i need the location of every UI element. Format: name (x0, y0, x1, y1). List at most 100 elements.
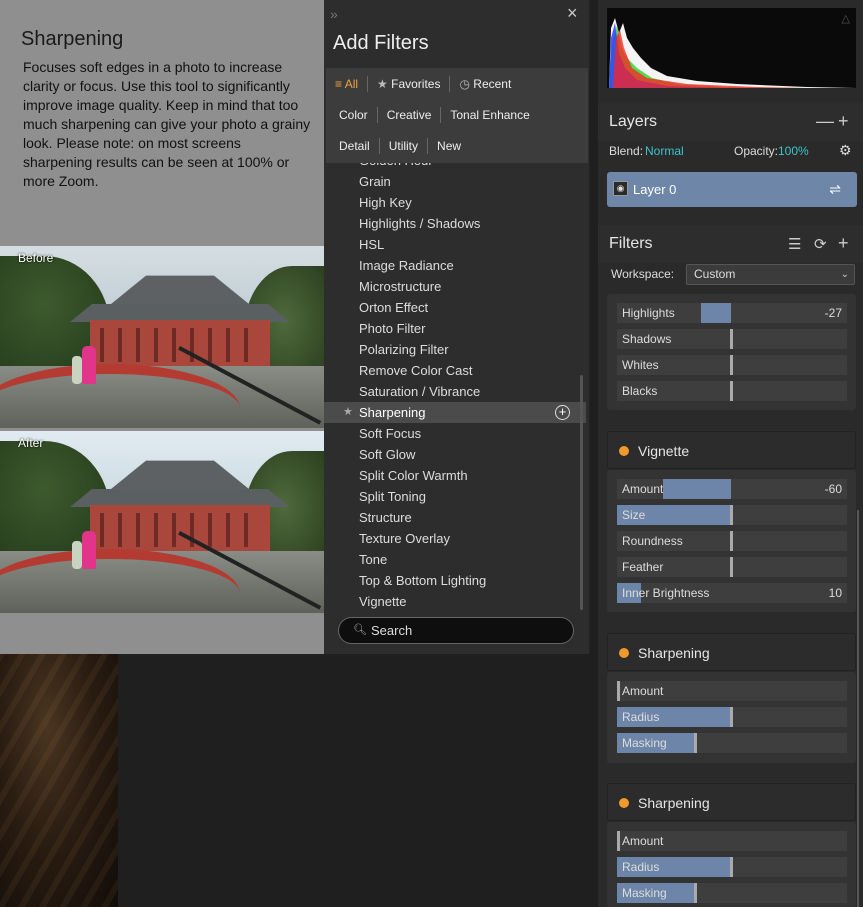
filter-list-item[interactable]: Top & Bottom Lighting (324, 570, 586, 591)
refresh-icon[interactable]: ⟳ (814, 235, 827, 253)
filter-list-item-label: Remove Color Cast (359, 363, 473, 378)
slider-handle[interactable] (617, 681, 620, 701)
filter-slider[interactable]: Amount (617, 681, 847, 701)
slider-handle[interactable] (730, 329, 733, 349)
gear-icon[interactable]: ⚙ (839, 142, 852, 159)
filter-list-icon[interactable]: ☰ (788, 235, 801, 253)
filter-list-item[interactable]: Sharpening ★ + (324, 402, 586, 423)
filters-scrollbar[interactable] (857, 510, 859, 907)
slider-handle[interactable] (730, 505, 733, 525)
slider-handle[interactable] (730, 857, 733, 877)
close-icon[interactable]: × (567, 4, 578, 22)
slider-handle[interactable] (730, 707, 733, 727)
layer-settings-icon[interactable]: ⇌ (829, 181, 841, 198)
filter-list-item[interactable]: Structure (324, 507, 586, 528)
filter-list-item-label: Top & Bottom Lighting (359, 573, 487, 588)
tab-all[interactable]: ≡ All (326, 77, 367, 91)
tab-detail[interactable]: Detail (326, 139, 379, 153)
filter-list-item[interactable]: Soft Glow (324, 444, 586, 465)
collapse-icon[interactable]: » (330, 6, 338, 22)
star-icon[interactable]: ★ (343, 402, 353, 423)
filter-list-item[interactable]: Golden Hour (324, 163, 586, 171)
filter-slider[interactable]: Roundness (617, 531, 847, 551)
slider-handle[interactable] (694, 883, 697, 903)
preview-description: Focuses soft edges in a photo to increas… (23, 59, 311, 189)
sharpening-filter-header[interactable]: Sharpening (607, 633, 856, 671)
tab-creative[interactable]: Creative (378, 108, 441, 122)
slider-handle[interactable] (730, 381, 733, 401)
layer-row[interactable]: ◉ Layer 0 ⇌ (607, 172, 857, 207)
slider-handle[interactable] (617, 831, 620, 851)
filter-list-item-label: Texture Overlay (359, 531, 451, 546)
tab-favorites[interactable]: ★ Favorites (368, 77, 449, 91)
eye-icon[interactable]: ◉ (613, 181, 628, 196)
filter-list-item[interactable]: Highlights / Shadows (324, 213, 586, 234)
filter-list-item[interactable]: Remove Color Cast (324, 360, 586, 381)
after-label: After (18, 436, 44, 450)
filter-slider[interactable]: Feather (617, 557, 847, 577)
opacity-value[interactable]: 100% (778, 144, 809, 158)
add-filter-icon[interactable]: + (838, 233, 849, 254)
filter-enabled-dot[interactable] (619, 798, 629, 808)
filter-slider[interactable]: Masking (617, 883, 847, 903)
filter-list-item[interactable]: Orton Effect (324, 297, 586, 318)
filter-list-item[interactable]: Microstructure (324, 276, 586, 297)
filter-slider[interactable]: Radius (617, 857, 847, 877)
add-layer-icon[interactable]: + (838, 111, 849, 132)
filter-list-item[interactable]: Grain (324, 171, 586, 192)
tab-recent[interactable]: ◷ Recent (450, 77, 520, 91)
clipping-warning-icon[interactable]: △ (842, 12, 850, 25)
filter-list-item-label: Vignette (359, 594, 407, 609)
filter-list-item[interactable]: HSL (324, 234, 586, 255)
filter-list-item[interactable]: Tone (324, 549, 586, 570)
tab-color[interactable]: Color (326, 108, 377, 122)
sharpening-title: Sharpening (638, 645, 710, 661)
filter-list-item[interactable]: Split Toning (324, 486, 586, 507)
filter-slider[interactable]: Amount -60 (617, 479, 847, 499)
filter-slider[interactable]: Inner Brightness 10 (617, 583, 847, 603)
filter-list-item[interactable]: High Key (324, 192, 586, 213)
filter-list-item[interactable]: Vignette (324, 591, 586, 611)
filter-list-item-label: Photo Filter (359, 321, 426, 336)
filter-list-item[interactable]: Polarizing Filter (324, 339, 586, 360)
filter-slider[interactable]: Highlights -27 (617, 303, 847, 323)
filter-list-item[interactable]: Texture Overlay (324, 528, 586, 549)
filter-slider[interactable]: Masking (617, 733, 847, 753)
tab-tonal-enhance[interactable]: Tonal Enhance (441, 108, 538, 122)
filter-list-item-label: HSL (359, 237, 385, 252)
slider-handle[interactable] (730, 531, 733, 551)
search-input[interactable]: 🔍︎ Search (338, 617, 574, 644)
filter-slider[interactable]: Radius (617, 707, 847, 727)
filter-slider[interactable]: Size (617, 505, 847, 525)
filter-list-item[interactable]: Photo Filter (324, 318, 586, 339)
workspace-select[interactable]: Custom ⌄ (686, 264, 855, 285)
filter-slider[interactable]: Shadows (617, 329, 847, 349)
filter-list-item[interactable]: Split Color Warmth (324, 465, 586, 486)
slider-label: Highlights (622, 306, 675, 320)
blend-label: Blend: (609, 144, 644, 158)
filter-slider[interactable]: Amount (617, 831, 847, 851)
add-filters-title: Add Filters (333, 32, 429, 54)
filter-list-item-label: High Key (359, 195, 412, 210)
tab-utility[interactable]: Utility (380, 139, 427, 153)
add-filter-plus-icon[interactable]: + (555, 405, 570, 420)
minus-icon[interactable]: — (816, 111, 834, 132)
filter-list-item-label: Soft Glow (359, 447, 416, 462)
slider-label: Shadows (622, 332, 672, 346)
filter-list-item[interactable]: Saturation / Vibrance (324, 381, 586, 402)
filter-slider[interactable]: Blacks (617, 381, 847, 401)
filter-list-item-label: Image Radiance (359, 258, 454, 273)
vignette-filter-header[interactable]: Vignette (607, 431, 856, 469)
sharpening-filter-header-2[interactable]: Sharpening (607, 783, 856, 821)
filter-slider[interactable]: Whites (617, 355, 847, 375)
tab-new[interactable]: New (428, 139, 470, 153)
filter-enabled-dot[interactable] (619, 446, 629, 456)
filter-list-item[interactable]: Soft Focus (324, 423, 586, 444)
slider-handle[interactable] (730, 557, 733, 577)
filter-list-scrollbar[interactable] (580, 375, 583, 610)
slider-handle[interactable] (730, 355, 733, 375)
blend-mode-select[interactable]: Normal (645, 144, 684, 158)
filter-enabled-dot[interactable] (619, 648, 629, 658)
filter-list-item[interactable]: Image Radiance (324, 255, 586, 276)
slider-handle[interactable] (694, 733, 697, 753)
